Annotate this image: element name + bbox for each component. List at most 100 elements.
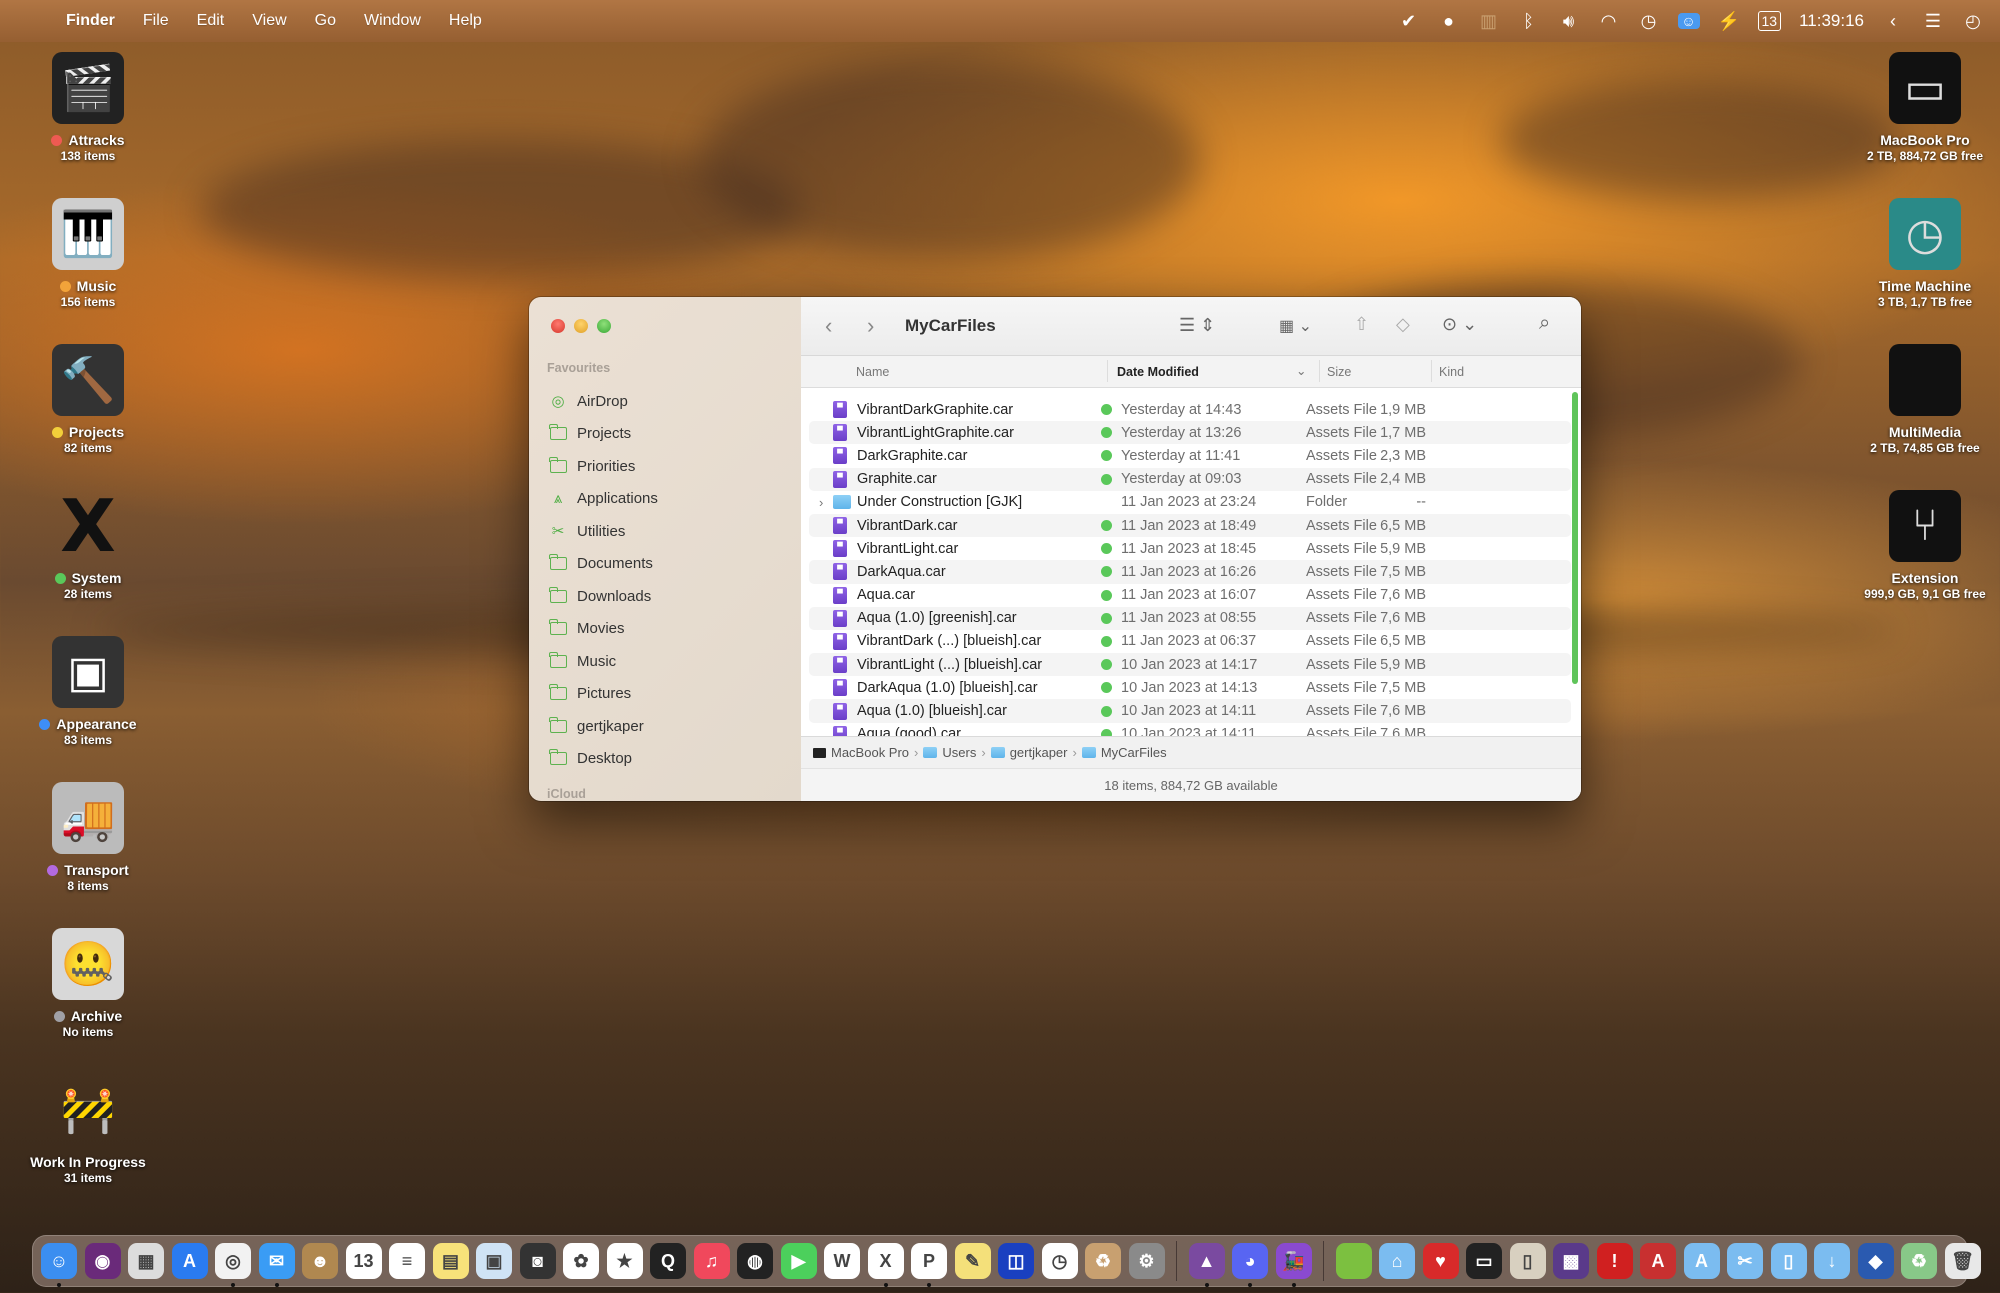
column-size[interactable]: Size bbox=[1327, 365, 1351, 379]
disclosure-triangle-icon[interactable]: › bbox=[819, 495, 823, 510]
dock-app-stickies[interactable]: ✎ bbox=[954, 1243, 991, 1279]
bluetooth-icon[interactable]: ᛒ bbox=[1518, 11, 1540, 32]
back-button[interactable]: ‹ bbox=[825, 313, 832, 339]
time-machine-icon[interactable]: ◷ bbox=[1638, 11, 1660, 32]
file-row[interactable]: ▀ VibrantLightGraphite.car Yesterday at 13… bbox=[809, 421, 1571, 445]
dock-app-home-folder[interactable]: ⌂ bbox=[1379, 1243, 1415, 1279]
more-actions-icon[interactable]: ⊙ ⌄ bbox=[1442, 314, 1477, 335]
dock-app-screens[interactable]: ◫ bbox=[998, 1243, 1034, 1279]
dock-app-microsoft-word[interactable]: W bbox=[824, 1243, 860, 1279]
menu-help[interactable]: Help bbox=[449, 12, 482, 30]
zoom-button[interactable] bbox=[597, 319, 611, 333]
dock-app-utilities-folder[interactable]: ✂ bbox=[1727, 1243, 1763, 1279]
dock-app-imovie[interactable]: ★ bbox=[606, 1243, 643, 1279]
dock-app-documents-folder[interactable]: ▯ bbox=[1770, 1243, 1807, 1279]
checkmark-badge-icon[interactable]: ✔ bbox=[1398, 11, 1420, 32]
dock-app-calendar[interactable]: 13 bbox=[345, 1243, 382, 1279]
dock-app-discord[interactable]: ◕ bbox=[1232, 1243, 1268, 1287]
dock-app-classic-mac[interactable]: ▯ bbox=[1509, 1243, 1546, 1279]
desktop-volume[interactable]: MultiMedia 2 TB, 74,85 GB free bbox=[1845, 344, 2000, 455]
file-row[interactable]: ▀ VibrantLight (...) [blueish].car 10 Jan … bbox=[809, 653, 1571, 677]
path-item-macbook[interactable]: MacBook Pro bbox=[813, 745, 909, 760]
menu-edit[interactable]: Edit bbox=[197, 12, 225, 30]
dock-app-recycle-bag[interactable]: ♻ bbox=[1085, 1243, 1121, 1279]
file-row[interactable]: ▀ VibrantDark.car 11 Jan 2023 at 18:49 6,5 … bbox=[809, 513, 1571, 538]
sidebar-item-gertjkaper[interactable]: gertjkaper bbox=[529, 710, 801, 743]
dock-app-finder[interactable]: ☺ bbox=[41, 1243, 77, 1287]
desktop-item[interactable]: ▣ Appearance 83 items bbox=[8, 636, 168, 747]
dock-app-macbook[interactable]: ▭ bbox=[1466, 1243, 1502, 1279]
file-row[interactable]: ▀ DarkAqua (1.0) [blueish].car 10 Jan 2023… bbox=[809, 676, 1571, 699]
dock-app-time-machine[interactable]: ◷ bbox=[1041, 1243, 1078, 1279]
menubar-clock[interactable]: 11:39:16 bbox=[1799, 11, 1864, 31]
menu-file[interactable]: File bbox=[143, 12, 169, 30]
dock-app-microsoft-powerpoint[interactable]: P bbox=[911, 1243, 947, 1287]
date-badge[interactable]: 13 bbox=[1757, 11, 1782, 31]
dock-app-rubik[interactable]: ▩ bbox=[1553, 1243, 1589, 1279]
file-row[interactable]: › Under Construction [GJK] 11 Jan 2023 at … bbox=[809, 491, 1571, 514]
desktop-item[interactable]: 🔨 Projects 82 items bbox=[8, 344, 168, 455]
sidebar-item-utilities[interactable]: ✂ Utilities bbox=[529, 515, 801, 548]
menu-view[interactable]: View bbox=[252, 12, 286, 30]
dock-app-contacts[interactable]: ☻ bbox=[302, 1243, 338, 1279]
dock-app-notes[interactable]: ▤ bbox=[432, 1243, 469, 1279]
dock-app-downloads-folder[interactable]: ↓ bbox=[1814, 1243, 1850, 1279]
sidebar-item-desktop[interactable]: Desktop bbox=[529, 743, 801, 776]
group-by-icon[interactable]: ▦ ⌄ bbox=[1279, 316, 1312, 336]
desktop-item[interactable]: 🚧 Work In Progress 31 items bbox=[8, 1074, 168, 1185]
dock-app-system-preferences[interactable]: ⚙ bbox=[1128, 1243, 1165, 1279]
dock-app-favourites[interactable]: ♥ bbox=[1422, 1243, 1459, 1279]
menu-go[interactable]: Go bbox=[315, 12, 336, 30]
path-item-users[interactable]: Users bbox=[923, 745, 976, 760]
search-icon[interactable]: ⌕ bbox=[1539, 312, 1550, 335]
dock-app-recycling[interactable]: ♻ bbox=[1901, 1243, 1937, 1279]
sidebar-item-airdrop[interactable]: ◎ AirDrop bbox=[529, 385, 801, 418]
dock-app-affinity-photo[interactable]: ▲ bbox=[1188, 1243, 1225, 1287]
path-item-home[interactable]: gertjkaper bbox=[990, 745, 1068, 760]
dock-app-applications-folder[interactable]: A bbox=[1683, 1243, 1720, 1279]
dock-app-music[interactable]: ♫ bbox=[693, 1243, 730, 1279]
path-item-current[interactable]: MyCarFiles bbox=[1081, 745, 1167, 760]
desktop-item[interactable]: X System 28 items bbox=[8, 484, 168, 601]
dock-app-safari[interactable]: ◎ bbox=[215, 1243, 251, 1287]
menu-app-finder[interactable]: Finder bbox=[66, 12, 115, 30]
sidebar-item-documents[interactable]: Documents bbox=[529, 548, 801, 581]
column-name[interactable]: Name bbox=[856, 365, 889, 379]
file-row[interactable]: ▀ Aqua (1.0) [blueish].car 10 Jan 2023 at … bbox=[809, 699, 1571, 723]
sidebar-item-movies[interactable]: Movies bbox=[529, 613, 801, 646]
battery-charging-icon[interactable]: ⚡ bbox=[1718, 11, 1740, 32]
dock-app-reminders[interactable]: ≡ bbox=[389, 1243, 425, 1279]
desktop-item[interactable]: 🚚 Transport 8 items bbox=[8, 782, 168, 893]
dock-app-photos[interactable]: ✿ bbox=[563, 1243, 599, 1279]
sidebar-item-downloads[interactable]: Downloads bbox=[529, 580, 801, 613]
clock-icon[interactable]: ◴ bbox=[1962, 11, 1984, 32]
dock-app-microsoft-excel[interactable]: X bbox=[867, 1243, 904, 1287]
dock-app-launchpad[interactable]: ▦ bbox=[128, 1243, 164, 1279]
view-options-list-icon[interactable]: ☰ ⇕ bbox=[1179, 315, 1215, 336]
desktop-volume[interactable]: ⑂ Extension 999,9 GB, 9,1 GB free bbox=[1845, 490, 2000, 601]
vertical-scrollbar[interactable] bbox=[1572, 392, 1578, 684]
dock-app-image-capture[interactable]: ◙ bbox=[519, 1243, 556, 1279]
minimize-button[interactable] bbox=[574, 319, 588, 333]
dock-app-mail[interactable]: ✉ bbox=[258, 1243, 295, 1287]
file-row[interactable]: ▀ Aqua (1.0) [greenish].car 11 Jan 2023 at… bbox=[809, 606, 1571, 630]
column-divider[interactable] bbox=[1319, 360, 1320, 382]
share-icon[interactable]: ⇧ bbox=[1354, 314, 1369, 335]
file-row[interactable]: ▀ Aqua (good).car 10 Jan 2023 at 14:11 7,6 … bbox=[809, 723, 1571, 736]
sidebar-item-priorities[interactable]: Priorities bbox=[529, 450, 801, 483]
dock-app-asset-catalog-tinkerer[interactable]: 🚂 bbox=[1275, 1243, 1312, 1287]
desktop-volume[interactable]: ▭ MacBook Pro 2 TB, 884,72 GB free bbox=[1845, 52, 2000, 163]
forward-button[interactable]: › bbox=[867, 313, 874, 339]
dock-app-apple-folder[interactable] bbox=[1335, 1243, 1372, 1279]
column-date-modified[interactable]: Date Modified bbox=[1117, 365, 1199, 379]
dock-app-trash[interactable]: 🗑 bbox=[1944, 1243, 1981, 1279]
volume-icon[interactable]: 🔊︎ bbox=[1558, 11, 1580, 32]
column-kind[interactable]: Kind bbox=[1439, 365, 1464, 379]
file-row[interactable]: ▀ DarkGraphite.car Yesterday at 11:41 2,3 M… bbox=[809, 444, 1571, 467]
dock-app-facetime[interactable]: ▶ bbox=[780, 1243, 817, 1279]
file-row[interactable]: ▀ Graphite.car Yesterday at 09:03 2,4 MB Ass… bbox=[809, 467, 1571, 491]
dock-app-quicktime-player[interactable]: Q bbox=[650, 1243, 686, 1279]
file-row[interactable]: ▀ VibrantLight.car 11 Jan 2023 at 18:45 5,9… bbox=[809, 537, 1571, 560]
dock-app-don-t-panic[interactable]: ! bbox=[1596, 1243, 1633, 1279]
dock-app-siri[interactable]: ◉ bbox=[84, 1243, 121, 1279]
